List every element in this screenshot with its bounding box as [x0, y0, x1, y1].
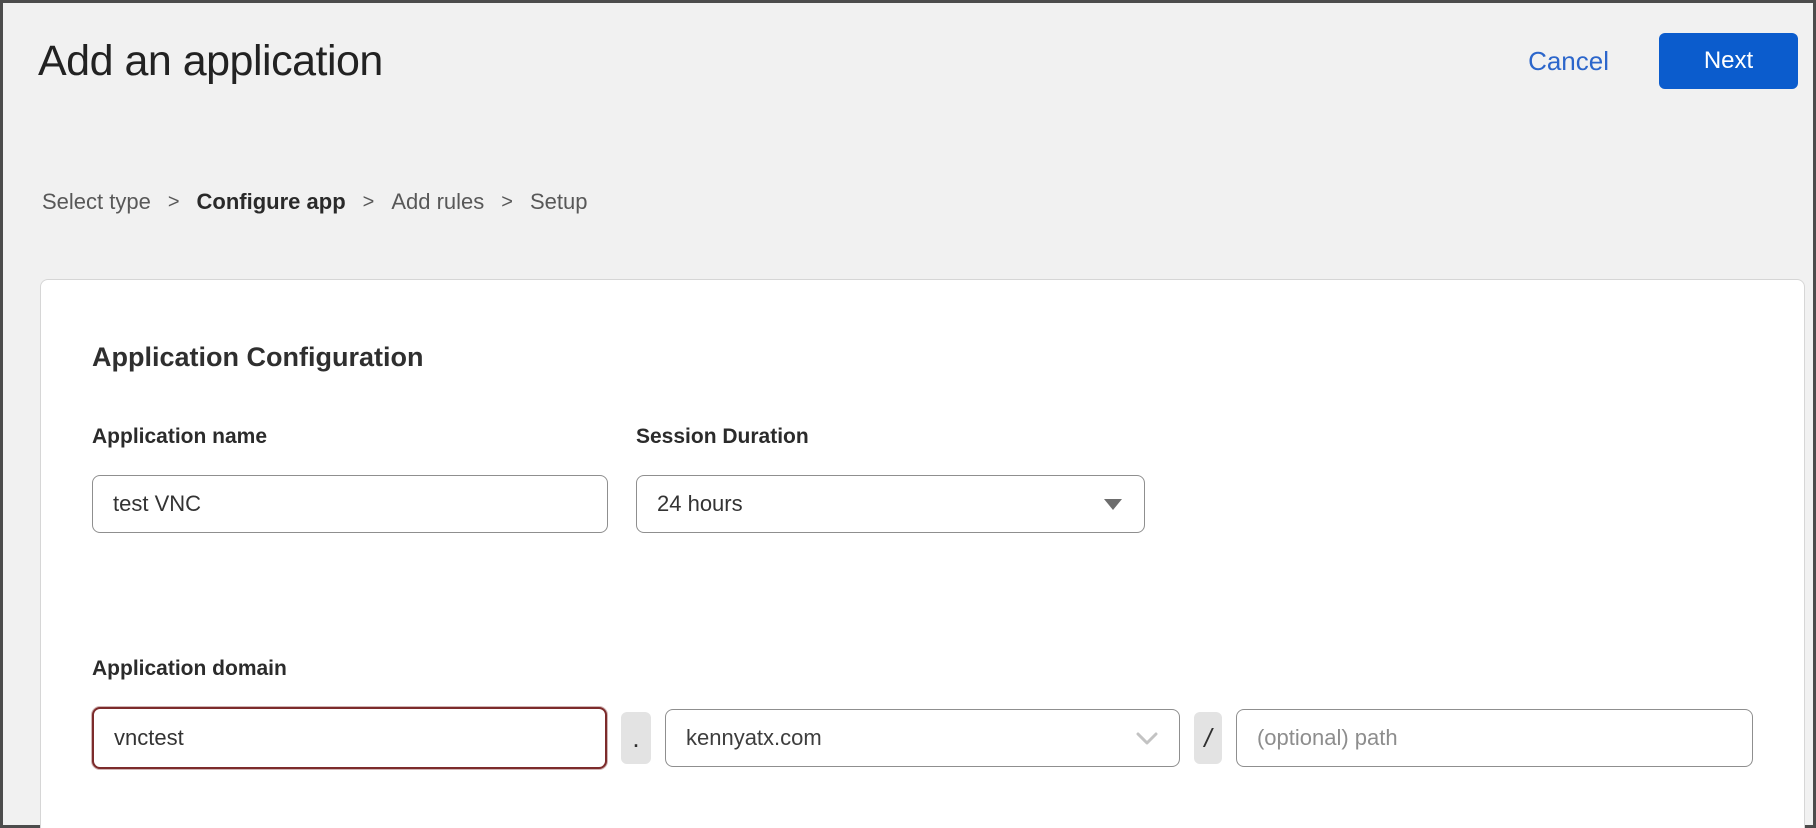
path-input[interactable]: [1236, 709, 1753, 767]
section-title: Application Configuration: [92, 342, 1753, 373]
chevron-down-icon: [1135, 731, 1159, 746]
application-domain-field: Application domain . kennyatx.com /: [92, 657, 1753, 769]
step-select-type[interactable]: Select type: [42, 189, 151, 215]
breadcrumb-separator: >: [363, 191, 375, 214]
application-configuration-card: Application Configuration Application na…: [40, 279, 1805, 828]
next-button[interactable]: Next: [1659, 33, 1798, 89]
dot-separator: .: [621, 712, 651, 764]
page-title: Add an application: [38, 37, 383, 86]
session-duration-field: Session Duration 24 hours: [636, 425, 1145, 533]
breadcrumb-separator: >: [168, 191, 180, 214]
slash-separator: /: [1194, 712, 1222, 764]
application-domain-label: Application domain: [92, 657, 1753, 681]
application-name-label: Application name: [92, 425, 608, 449]
domain-select-value: kennyatx.com: [686, 725, 822, 751]
page-header: Add an application Cancel Next: [3, 3, 1813, 89]
step-add-rules[interactable]: Add rules: [391, 189, 484, 215]
header-actions: Cancel Next: [1528, 33, 1798, 89]
step-configure-app[interactable]: Configure app: [197, 189, 346, 215]
application-name-field: Application name: [92, 425, 608, 533]
subdomain-input[interactable]: [92, 707, 607, 769]
session-duration-label: Session Duration: [636, 425, 1145, 449]
session-duration-value: 24 hours: [657, 491, 743, 517]
domain-select[interactable]: kennyatx.com: [665, 709, 1180, 767]
breadcrumb-separator: >: [501, 191, 513, 214]
step-setup[interactable]: Setup: [530, 189, 588, 215]
session-duration-select[interactable]: 24 hours: [636, 475, 1145, 533]
application-domain-row: . kennyatx.com /: [92, 707, 1753, 769]
name-duration-row: Application name Session Duration 24 hou…: [92, 425, 1753, 533]
cancel-button[interactable]: Cancel: [1528, 46, 1609, 77]
application-name-input[interactable]: [92, 475, 608, 533]
breadcrumb: Select type > Configure app > Add rules …: [42, 189, 1813, 215]
dropdown-arrow-icon: [1104, 499, 1122, 510]
